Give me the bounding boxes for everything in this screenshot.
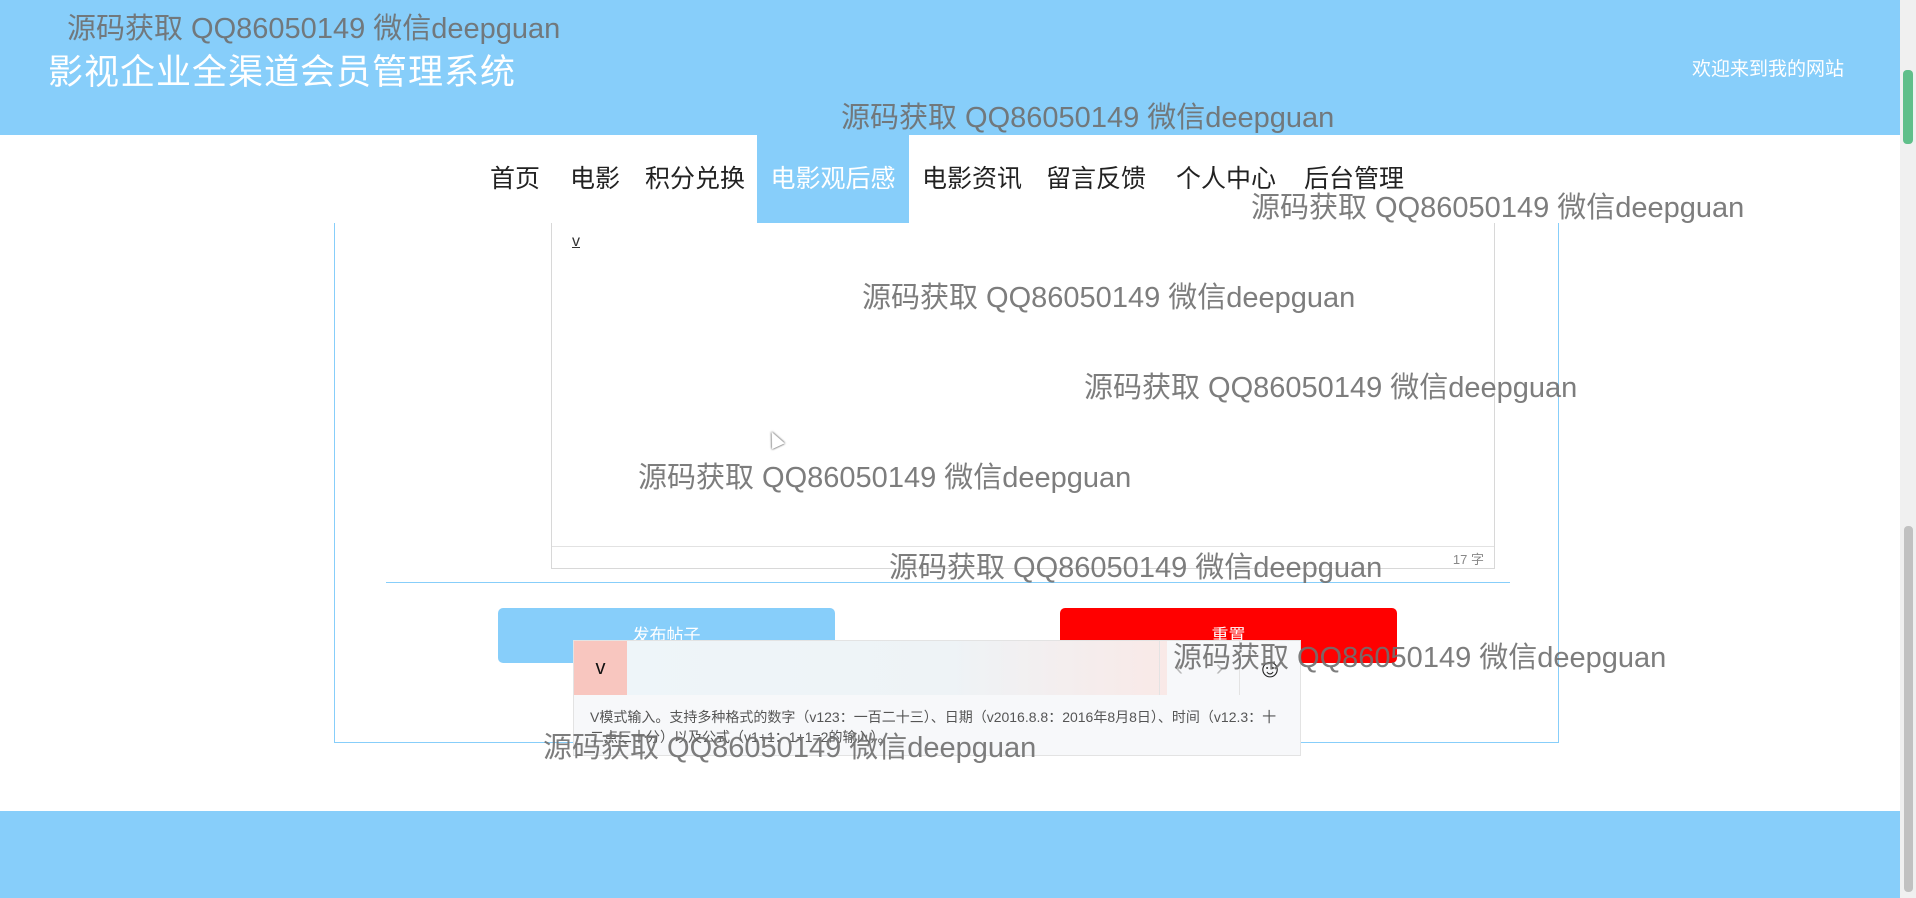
nav-item-movie-news[interactable]: 电影资讯	[914, 135, 1030, 223]
ime-composition-bar	[627, 641, 1167, 695]
site-header: 影视企业全渠道会员管理系统 欢迎来到我的网站	[0, 0, 1900, 135]
main-nav: 首页 电影 积分兑换 电影观后感 电影资讯 留言反馈 个人中心 后台管理	[0, 135, 1900, 223]
emoji-icon[interactable]: ☺	[1240, 641, 1300, 695]
nav-item-admin[interactable]: 后台管理	[1296, 135, 1412, 223]
site-title: 影视企业全渠道会员管理系统	[48, 53, 517, 92]
ime-candidate-panel: v ‹ › ☺ V模式输入。支持多种格式的数字（v123：一百二十三）、日期（v…	[573, 640, 1301, 756]
nav-item-user-center[interactable]: 个人中心	[1168, 135, 1284, 223]
scrollbar-thumb[interactable]	[1904, 526, 1913, 892]
editor-content[interactable]: v	[572, 233, 580, 251]
ime-hint-text: V模式输入。支持多种格式的数字（v123：一百二十三）、日期（v2016.8.8…	[590, 709, 1277, 745]
vertical-scrollbar[interactable]	[1900, 0, 1916, 898]
nav-item-movies[interactable]: 电影	[560, 135, 630, 223]
chevron-left-icon[interactable]: ‹	[1162, 641, 1196, 695]
form-divider	[386, 582, 1510, 583]
ime-page-controls: ‹ ›	[1159, 641, 1240, 695]
nav-item-home[interactable]: 首页	[480, 135, 550, 223]
editor-footer: 17 字	[552, 546, 1494, 568]
nav-item-points-exchange[interactable]: 积分兑换	[640, 135, 750, 223]
welcome-text: 欢迎来到我的网站	[1691, 59, 1844, 80]
ime-mode-indicator: v	[574, 641, 627, 695]
site-footer	[0, 811, 1900, 898]
scrollbar-indicator	[1903, 70, 1913, 144]
chevron-right-icon[interactable]: ›	[1203, 641, 1237, 695]
word-count: 17 字	[1452, 552, 1484, 567]
post-editor[interactable]: v 17 字	[551, 223, 1495, 569]
nav-item-feedback[interactable]: 留言反馈	[1040, 135, 1152, 223]
nav-item-movie-reviews[interactable]: 电影观后感	[757, 135, 909, 223]
